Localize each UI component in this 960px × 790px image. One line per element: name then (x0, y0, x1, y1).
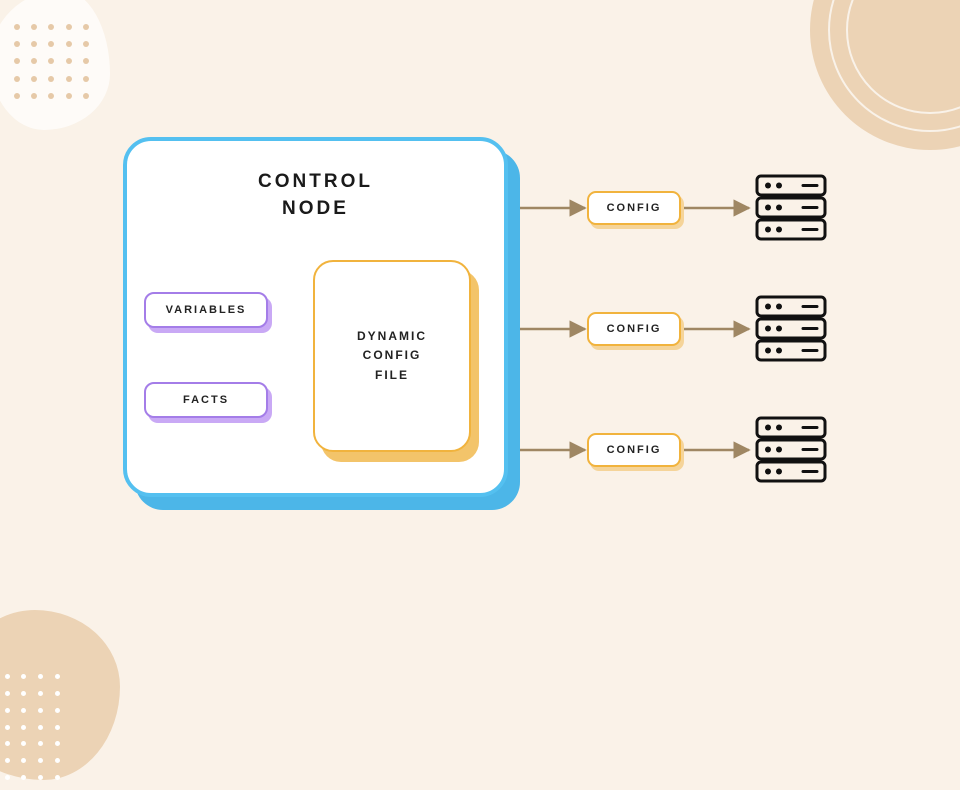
config-pill-2: CONFIG (587, 312, 681, 346)
dcf-line3: FILE (357, 366, 427, 385)
config-pill-3: CONFIG (587, 433, 681, 467)
dcf-line1: DYNAMIC (357, 327, 427, 346)
variables-pill: VARIABLES (144, 292, 268, 328)
facts-label: FACTS (183, 394, 229, 406)
config-pill-1: CONFIG (587, 191, 681, 225)
decoration-arc-top-right (810, 0, 960, 150)
config-label-3: CONFIG (607, 444, 662, 456)
dcf-line2: CONFIG (357, 346, 427, 365)
config-label-1: CONFIG (607, 202, 662, 214)
control-node-title-line2: NODE (155, 196, 476, 223)
decoration-dots-top-left (8, 18, 98, 108)
facts-pill: FACTS (144, 382, 268, 418)
server-icon-2 (753, 293, 829, 365)
config-label-2: CONFIG (607, 323, 662, 335)
decoration-blob-bottom-left (0, 610, 120, 780)
server-icon-1 (753, 172, 829, 244)
control-node-title-line1: CONTROL (155, 169, 476, 196)
control-node-title: CONTROL NODE (155, 169, 476, 222)
variables-label: VARIABLES (166, 304, 247, 316)
server-icon-3 (753, 414, 829, 486)
dynamic-config-file-box: DYNAMIC CONFIG FILE (313, 260, 471, 452)
decoration-dots-bottom-left (0, 670, 70, 790)
